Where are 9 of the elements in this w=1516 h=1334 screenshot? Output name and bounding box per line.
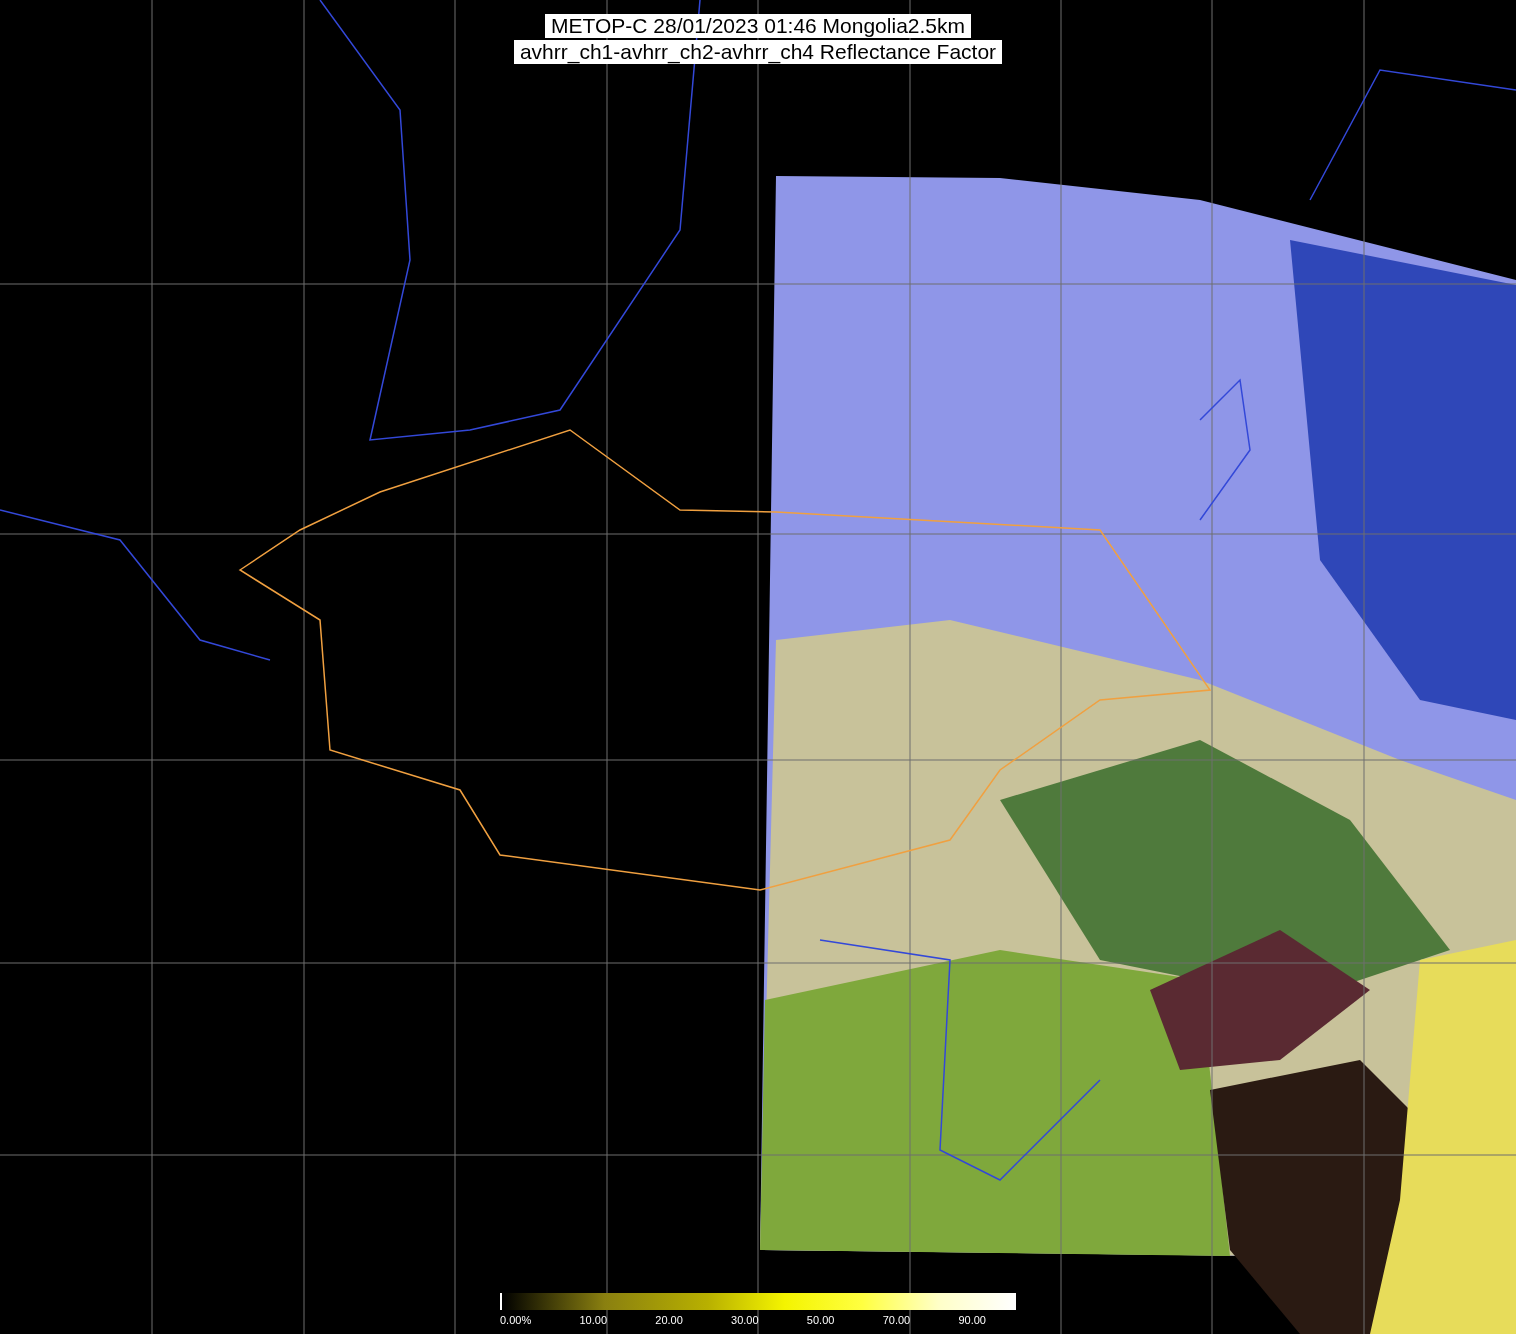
scale-label: 0.00% [500, 1313, 532, 1327]
scale-label: 70.00 [882, 1313, 911, 1327]
scale-label: 10.00 [579, 1313, 607, 1327]
scale-label: 20.00 [655, 1313, 683, 1327]
scale-label: 30.00 [731, 1313, 759, 1327]
scale-label: 90.00 [958, 1313, 986, 1327]
map-title: avhrr_ch1-avhrr_ch2-avhrr_ch4 Reflectance Factor [513, 40, 1003, 64]
scale-label: 50.00 [806, 1313, 835, 1327]
map-title: METOP-C 28/01/2023 01:46 Mongolia2.5km [545, 14, 971, 38]
